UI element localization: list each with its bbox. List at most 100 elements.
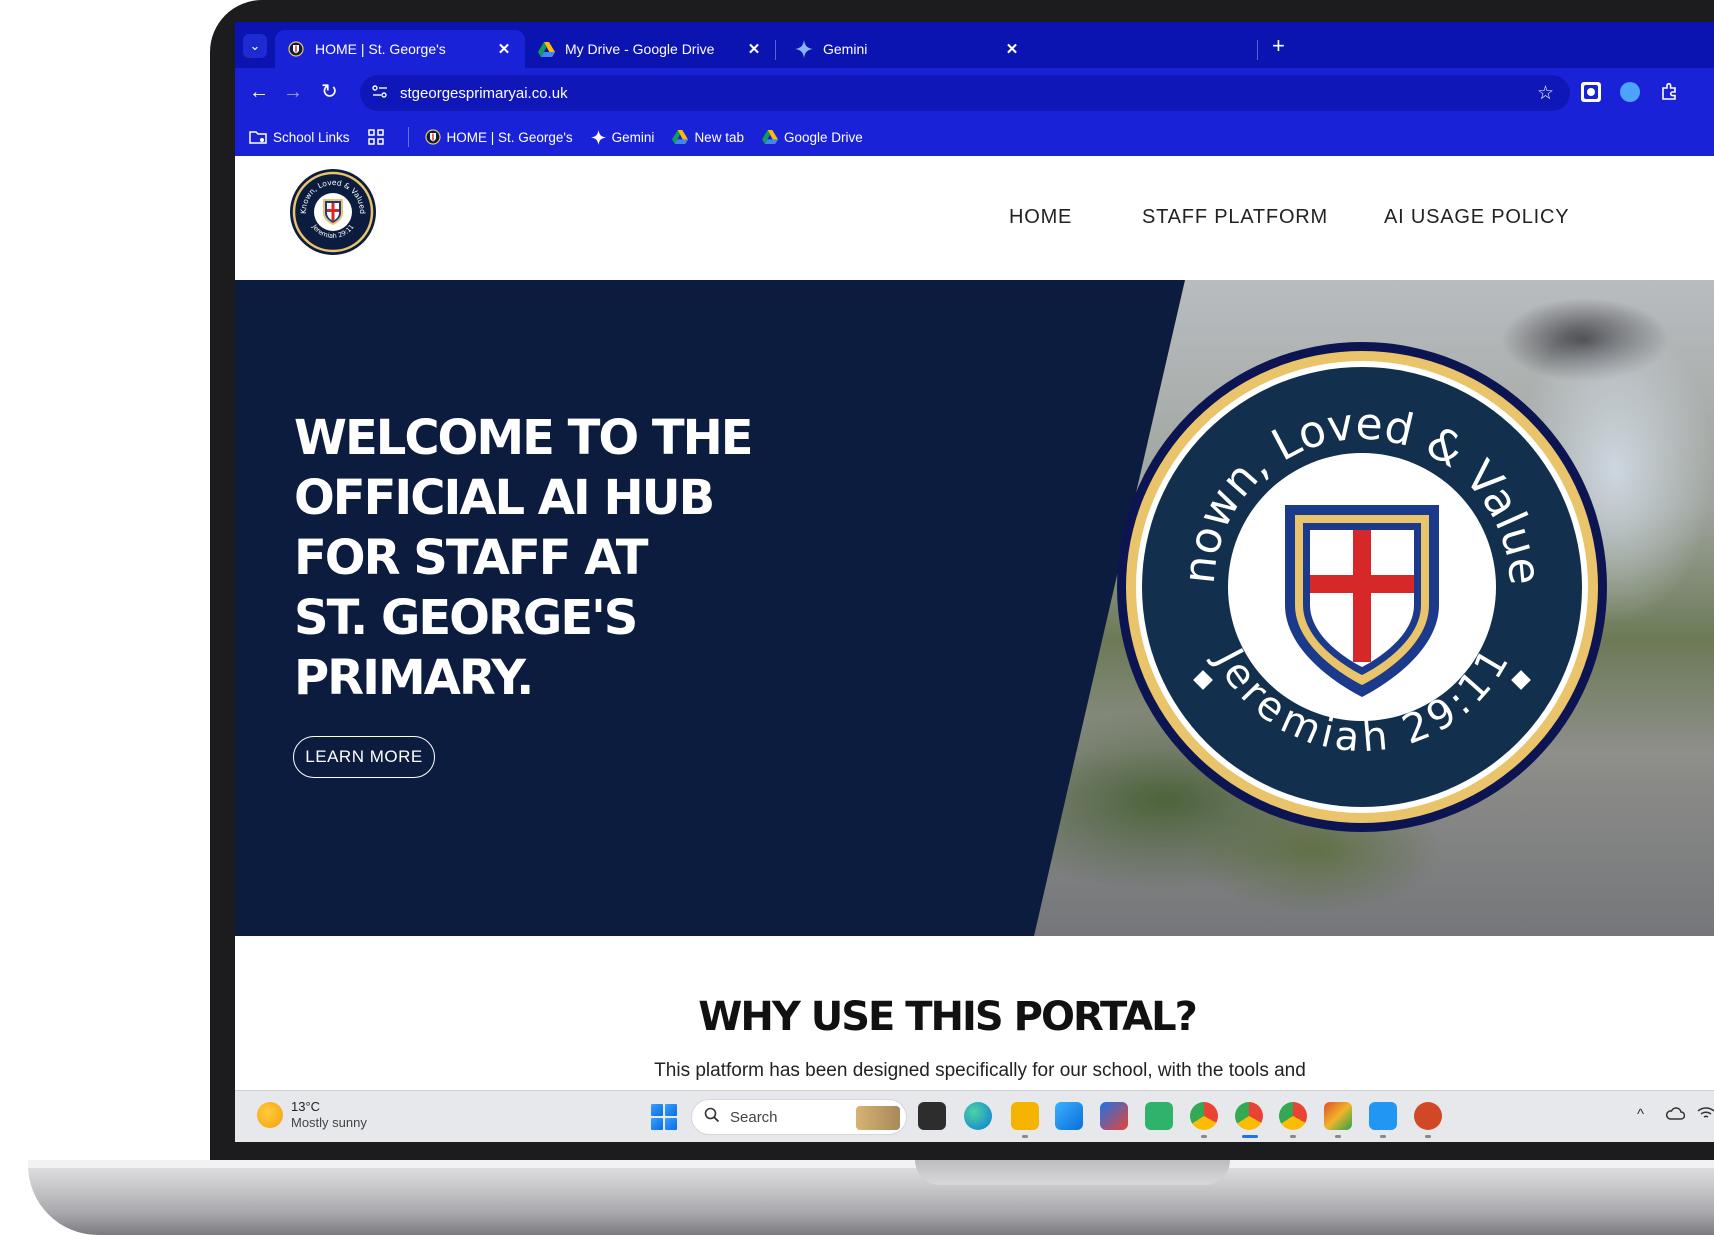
laptop-lid-notch	[915, 1160, 1230, 1185]
google-drive-icon	[762, 130, 778, 144]
bookmark-gemini[interactable]: Gemini	[590, 129, 655, 145]
active-indicator	[1242, 1135, 1258, 1138]
running-indicator	[1201, 1135, 1207, 1138]
why-section: WHY USE THIS PORTAL? This platform has b…	[235, 936, 1714, 1112]
school-logo[interactable]: Known, Loved & Valued Jeremiah 29:11	[289, 168, 377, 256]
hero-heading-line: FOR STAFF AT	[294, 530, 648, 586]
tab-close-button[interactable]: ✕	[495, 40, 513, 58]
bookmark-star-icon[interactable]: ☆	[1537, 82, 1554, 105]
microsoft-store-icon[interactable]	[1100, 1102, 1128, 1130]
laptop-base	[28, 1160, 1714, 1235]
gemini-sparkle-icon	[795, 40, 813, 58]
bookmark-label: HOME | St. George's	[446, 129, 573, 145]
file-explorer-icon[interactable]	[1011, 1102, 1039, 1130]
school-crest-icon	[424, 129, 441, 145]
running-indicator	[1022, 1135, 1028, 1138]
weather-widget[interactable]: 13°C Mostly sunny	[257, 1099, 367, 1131]
bookmark-google-drive[interactable]: Google Drive	[762, 130, 863, 145]
tab-title: Gemini	[823, 41, 868, 57]
butterfly-app-icon[interactable]	[1145, 1102, 1173, 1130]
bookmarks-bar: School Links HOME | St. George's Gemini …	[235, 118, 1714, 156]
chrome-profile-icon[interactable]	[1190, 1102, 1218, 1130]
running-indicator	[1425, 1135, 1431, 1138]
tab-close-button[interactable]: ✕	[745, 40, 763, 58]
running-indicator	[1335, 1135, 1341, 1138]
hero-heading: WELCOME TO THE OFFICIAL AI HUB FOR STAFF…	[294, 408, 814, 708]
bookmark-home-st-georges[interactable]: HOME | St. George's	[424, 129, 573, 145]
url-text[interactable]: stgeorgesprimaryai.co.uk	[400, 85, 568, 102]
hero-banner: WELCOME TO THE OFFICIAL AI HUB FOR STAFF…	[235, 280, 1714, 936]
laptop-screen: ⌄ HOME | St. George's ✕ My Drive - Googl…	[235, 22, 1714, 1142]
bookmark-label: New tab	[694, 129, 744, 145]
hero-heading-line: ST. GEORGE'S	[294, 590, 638, 646]
tab-search-button[interactable]: ⌄	[243, 34, 267, 58]
site-header: Known, Loved & Valued Jeremiah 29:11 HOM…	[235, 156, 1714, 280]
wifi-icon[interactable]	[1697, 1106, 1714, 1124]
forward-arrow-icon[interactable]: →	[283, 81, 303, 103]
browser-tab-strip: ⌄ HOME | St. George's ✕ My Drive - Googl…	[235, 22, 1714, 68]
tab-title: HOME | St. George's	[315, 41, 446, 57]
weather-condition: Mostly sunny	[291, 1115, 367, 1130]
windows-start-icon[interactable]	[651, 1104, 677, 1130]
reload-icon[interactable]: ↻	[321, 81, 338, 103]
nav-staff-platform[interactable]: STAFF PLATFORM	[1142, 206, 1328, 229]
why-heading: WHY USE THIS PORTAL?	[698, 994, 1198, 1040]
bookmark-new-tab[interactable]: New tab	[672, 130, 744, 145]
why-body-text: This platform has been designed specific…	[654, 1060, 1306, 1081]
tab-close-button[interactable]: ✕	[1003, 40, 1021, 58]
folder-settings-icon	[249, 129, 267, 145]
edge-beta-icon[interactable]	[1055, 1102, 1083, 1130]
nav-home[interactable]: HOME	[1009, 206, 1072, 229]
bookmark-label: School Links	[273, 129, 350, 145]
windows-taskbar: 13°C Mostly sunny Search ^	[235, 1090, 1714, 1142]
edge-browser-icon[interactable]	[964, 1102, 992, 1130]
search-placeholder: Search	[730, 1108, 778, 1126]
search-icon	[704, 1107, 720, 1128]
google-drive-icon	[537, 40, 555, 58]
learn-more-button[interactable]: LEARN MORE	[293, 736, 435, 778]
tab-home-st-georges[interactable]: HOME | St. George's ✕	[275, 30, 525, 68]
new-tab-button[interactable]: +	[1272, 35, 1285, 57]
bookmark-label: Gemini	[611, 129, 655, 145]
bookmark-apps[interactable]	[367, 129, 390, 145]
photos-app-icon[interactable]	[1324, 1102, 1352, 1130]
task-view-icon[interactable]	[918, 1102, 946, 1130]
taskbar-search[interactable]: Search	[691, 1099, 907, 1135]
address-bar[interactable]: stgeorgesprimaryai.co.uk ☆	[360, 75, 1570, 111]
browser-toolbar: ← → ↻ stgeorgesprimaryai.co.uk ☆	[235, 68, 1714, 118]
tab-google-drive[interactable]: My Drive - Google Drive ✕	[525, 30, 775, 68]
extension-icon[interactable]	[1581, 82, 1601, 102]
tab-gemini[interactable]: Gemini ✕	[783, 30, 1033, 68]
back-arrow-icon[interactable]: ←	[249, 81, 269, 103]
nav-ai-usage-policy[interactable]: AI USAGE POLICY	[1384, 206, 1569, 229]
bookmark-school-links[interactable]: School Links	[249, 129, 350, 145]
bookmarks-divider	[407, 127, 409, 147]
chrome-profile-b-icon[interactable]	[1279, 1102, 1307, 1130]
puzzle-extensions-icon[interactable]	[1659, 82, 1679, 102]
school-crest-emblem: Known, Loved & Valued Jeremiah 29:11	[1101, 300, 1609, 834]
google-drive-icon	[672, 130, 689, 144]
onedrive-cloud-icon[interactable]	[1665, 1106, 1686, 1124]
chrome-active-icon[interactable]	[1235, 1102, 1263, 1130]
powerpoint-icon[interactable]	[1414, 1102, 1442, 1130]
running-indicator	[1380, 1135, 1386, 1138]
running-indicator	[1290, 1135, 1296, 1138]
gemini-sparkle-icon	[590, 129, 606, 145]
remote-app-icon[interactable]	[1369, 1102, 1397, 1130]
bookmark-label: Google Drive	[783, 129, 863, 145]
tab-divider	[1257, 40, 1258, 60]
search-highlight-image	[856, 1106, 900, 1130]
weather-temperature: 13°C	[291, 1099, 321, 1114]
tab-divider	[775, 40, 776, 60]
web-page: Known, Loved & Valued Jeremiah 29:11 HOM…	[235, 156, 1714, 1112]
hero-heading-line: OFFICIAL AI HUB	[294, 470, 715, 526]
school-crest-icon	[287, 40, 305, 58]
hero-heading-line: WELCOME TO THE	[294, 410, 754, 466]
hero-heading-line: PRIMARY.	[294, 650, 534, 706]
laptop-base-edge	[28, 1160, 1714, 1168]
show-hidden-icons-chevron[interactable]: ^	[1637, 1106, 1644, 1123]
apps-grid-icon	[367, 129, 384, 145]
partly-sunny-icon	[257, 1102, 283, 1128]
assistant-extension-icon[interactable]	[1620, 82, 1640, 102]
site-settings-icon[interactable]	[372, 84, 388, 102]
